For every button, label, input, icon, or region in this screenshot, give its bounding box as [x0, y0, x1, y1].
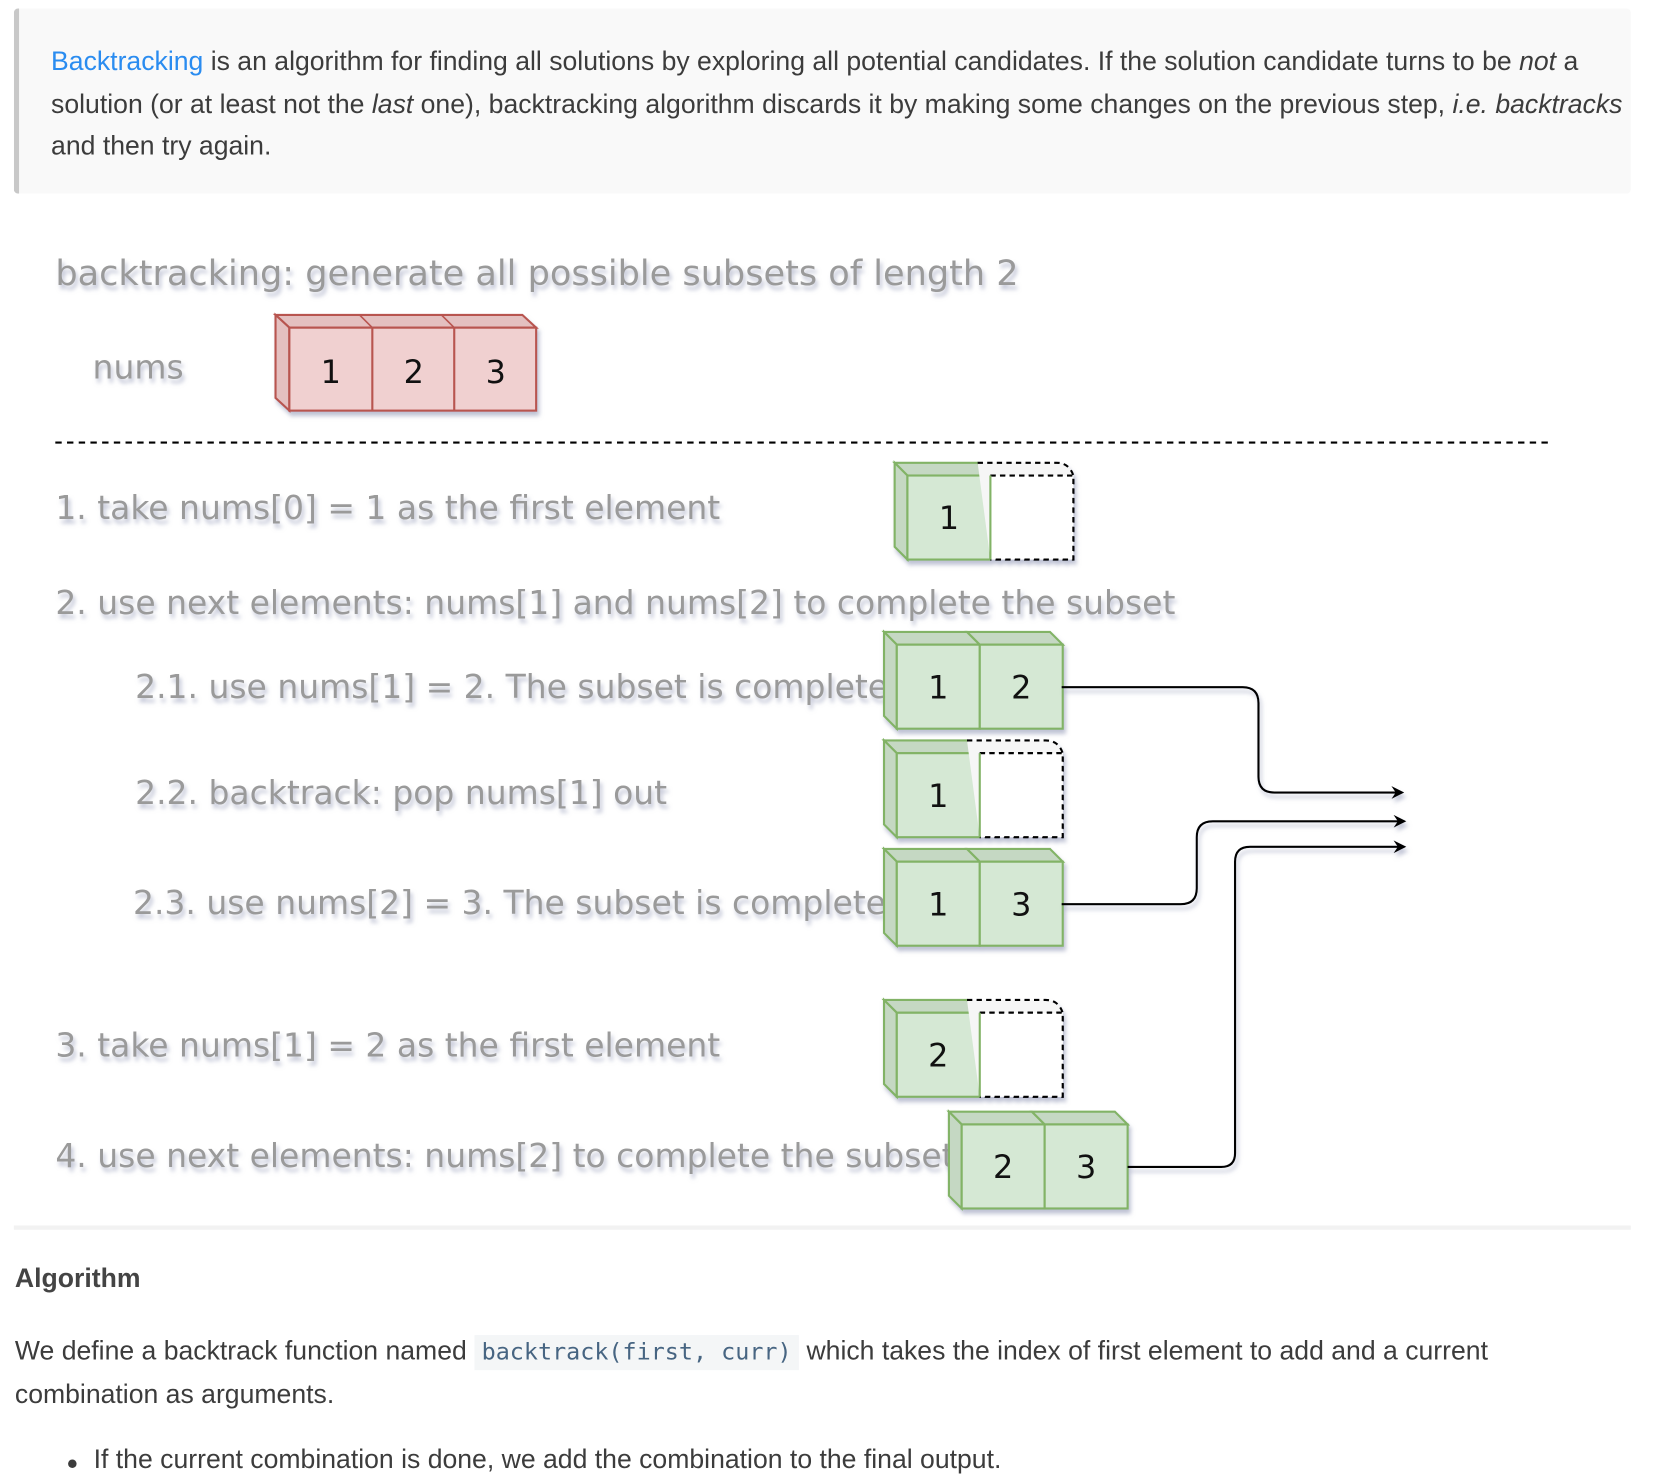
intro-text: and then try again. [51, 130, 272, 161]
intro-text: one), backtracking algorithm discards it… [413, 88, 1453, 119]
step-2-2: 2.2. backtrack: pop nums[1] out [135, 773, 667, 812]
diagram-title: backtracking: generate all possible subs… [55, 253, 1018, 294]
nums-cell-2: 3 [486, 353, 506, 391]
inline-code: backtrack(first, curr) [474, 1335, 800, 1371]
nums-cell-0: 1 [321, 353, 341, 391]
subset-cell: 3 [1011, 885, 1031, 923]
subset-cell: 1 [939, 499, 959, 537]
intro-em: backtracks [1495, 88, 1623, 119]
subset-cell: 1 [928, 885, 948, 923]
intro-text [1488, 89, 1495, 119]
algorithm-paragraph: We define a backtrack function named bac… [15, 1331, 1611, 1416]
arrow-subset-13 [1061, 814, 1407, 906]
step-1: 1. take nums[0] = 1 as the first element [55, 488, 720, 527]
backtracking-link[interactable]: Backtracking [51, 47, 203, 77]
para-text: We define a backtrack function named [14, 1336, 475, 1366]
intro-em: not [1519, 46, 1557, 77]
section-divider [13, 1225, 1631, 1230]
subset-box-step3 [881, 997, 1064, 1100]
subset-cell: 3 [1076, 1148, 1096, 1186]
subset-cell: 2 [1011, 668, 1031, 706]
step-4: 4. use next elements: nums[2] to complet… [55, 1136, 954, 1175]
subset-box-step1 [892, 460, 1075, 563]
backtracking-diagram: backtracking: generate all possible subs… [55, 253, 1554, 1212]
list-item-text: If the current combination is done, we a… [93, 1444, 1002, 1475]
intro-em: last [371, 88, 414, 119]
subset-cell: 1 [928, 777, 948, 815]
intro-text: is an algorithm for finding all solution… [203, 46, 1520, 77]
subset-box-step2-1 [881, 629, 1066, 732]
subset-cell: 2 [928, 1036, 948, 1074]
step-2-1: 2.1. use nums[1] = 2. The subset is comp… [135, 667, 888, 706]
algorithm-heading: Algorithm [14, 1263, 141, 1294]
intro-em: i.e. [1452, 88, 1488, 119]
subset-box-step2-3 [881, 846, 1066, 949]
arrow-subset-12 [1061, 686, 1405, 799]
subset-cell: 2 [993, 1148, 1013, 1186]
intro-blockquote: Backtracking is an algorithm for finding… [13, 8, 1631, 194]
list-item: If the current combination is done, we a… [68, 1445, 1001, 1476]
subset-cell: 1 [928, 668, 948, 706]
subset-box-step4 [946, 1109, 1131, 1212]
arrow-subset-23 [1127, 840, 1407, 1169]
nums-label: nums [93, 348, 184, 387]
result-arrows [1061, 686, 1407, 1169]
step-2-3: 2.3. use nums[2] = 3. The subset is comp… [133, 883, 886, 922]
step-3: 3. take nums[1] = 2 as the first element [55, 1025, 720, 1064]
step-2: 2. use next elements: nums[1] and nums[2… [55, 583, 1175, 622]
subset-box-step2-2 [881, 737, 1064, 840]
nums-cell-1: 2 [404, 353, 424, 391]
